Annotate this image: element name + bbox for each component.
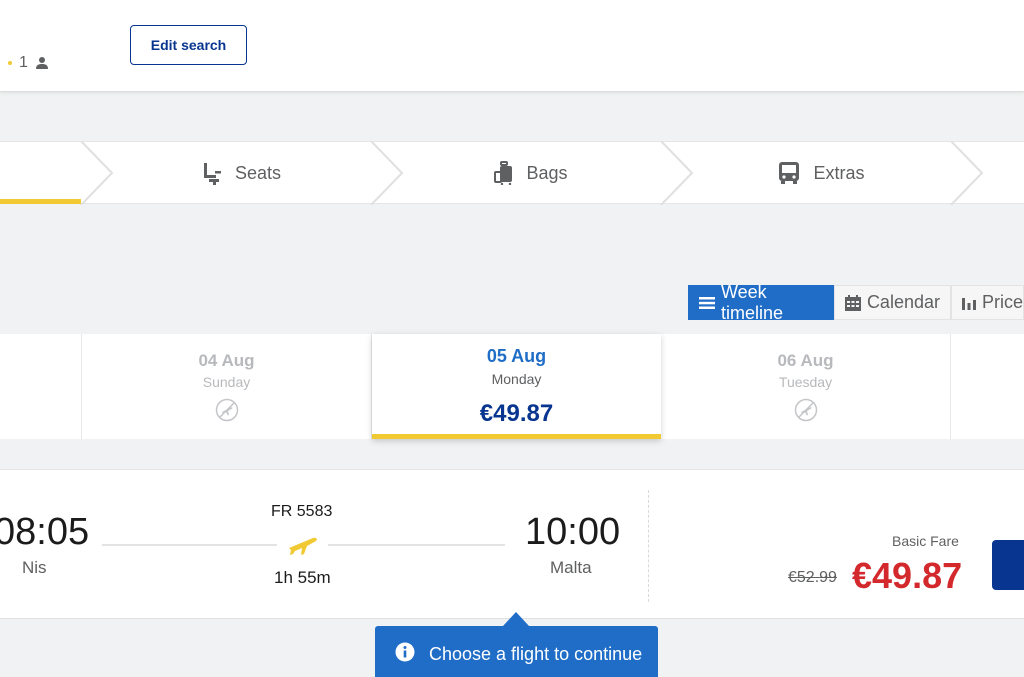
weekday-label: Monday xyxy=(491,371,542,387)
lowest-price: €49.87 xyxy=(479,400,554,427)
date-cell[interactable]: 04 Aug Sunday xyxy=(82,334,372,439)
flight-card[interactable]: 08:05 Nis FR 5583 1h 55m 10:00 Malta Bas… xyxy=(0,469,1024,619)
departure-time: 08:05 xyxy=(0,511,90,553)
date-cell-selected[interactable]: 05 Aug Monday €49.87 xyxy=(372,334,661,439)
luggage-icon xyxy=(494,161,514,185)
week-timeline-label: Week timeline xyxy=(721,281,784,323)
step-label-extras: Extras xyxy=(813,162,865,183)
calendar-icon xyxy=(844,294,861,311)
arrival-city: Malta xyxy=(550,558,592,577)
person-icon xyxy=(35,56,49,70)
selected-date-indicator xyxy=(372,434,661,439)
passenger-summary: 1 xyxy=(8,53,49,73)
step-divider xyxy=(370,141,404,205)
edit-search-button[interactable]: Edit search xyxy=(130,25,247,65)
date-cell[interactable]: 06 Aug Tuesday xyxy=(661,334,951,439)
separator-dot xyxy=(8,61,12,65)
original-price: €52.99 xyxy=(788,569,837,586)
weekday-label: Sunday xyxy=(202,374,251,390)
date-label: 06 Aug xyxy=(777,351,834,370)
step-extras[interactable]: Extras xyxy=(692,142,950,204)
list-icon xyxy=(699,296,715,310)
plane-icon xyxy=(287,532,319,561)
date-carousel: 04 Aug Sunday 05 Aug Monday €49.87 06 Au… xyxy=(0,334,1024,439)
step-label-bags: Bags xyxy=(526,162,568,183)
view-toggle: Week timeline Calendar Price xyxy=(688,282,1024,323)
active-step-indicator xyxy=(0,199,81,204)
date-label: 04 Aug xyxy=(198,351,255,370)
flight-number: FR 5583 xyxy=(271,503,333,520)
no-flights-icon xyxy=(215,398,239,422)
date-cell-next[interactable] xyxy=(951,334,1024,439)
booking-steps: Seats Bags Extras xyxy=(0,141,1024,205)
header: 1 Edit search xyxy=(0,0,1024,92)
select-fare-button[interactable] xyxy=(992,540,1024,590)
weekday-label: Tuesday xyxy=(778,374,833,390)
route-line xyxy=(102,544,277,546)
step-seats[interactable]: Seats xyxy=(112,142,370,204)
fare-type-label: Basic Fare xyxy=(892,533,959,549)
calendar-label: Calendar xyxy=(866,292,940,312)
step-divider xyxy=(80,141,114,205)
tooltip-arrow xyxy=(503,612,529,626)
flight-duration: 1h 55m xyxy=(274,568,331,587)
card-divider xyxy=(648,490,649,602)
date-cell-previous[interactable] xyxy=(0,334,82,439)
info-icon xyxy=(395,642,415,667)
tooltip-text: Choose a flight to continue xyxy=(429,643,643,664)
fare-price: €49.87 xyxy=(852,555,963,596)
arrival-time: 10:00 xyxy=(525,511,621,553)
calendar-button[interactable]: Calendar xyxy=(833,285,951,320)
choose-flight-tooltip: Choose a flight to continue xyxy=(375,626,658,677)
prices-button[interactable]: Price xyxy=(950,285,1024,320)
route-line xyxy=(328,544,505,546)
no-flights-icon xyxy=(794,398,818,422)
bus-icon xyxy=(777,161,801,185)
seat-icon xyxy=(201,161,223,185)
step-bags[interactable]: Bags xyxy=(402,142,660,204)
step-label-seats: Seats xyxy=(234,162,282,183)
bar-chart-icon xyxy=(961,296,976,310)
departure-city: Nis xyxy=(22,558,47,577)
step-divider xyxy=(950,141,984,205)
prices-label: Price xyxy=(981,292,1023,312)
step-divider xyxy=(660,141,694,205)
date-label: 05 Aug xyxy=(486,346,547,366)
passenger-count: 1 xyxy=(19,54,28,71)
week-timeline-button[interactable]: Week timeline xyxy=(688,282,834,323)
